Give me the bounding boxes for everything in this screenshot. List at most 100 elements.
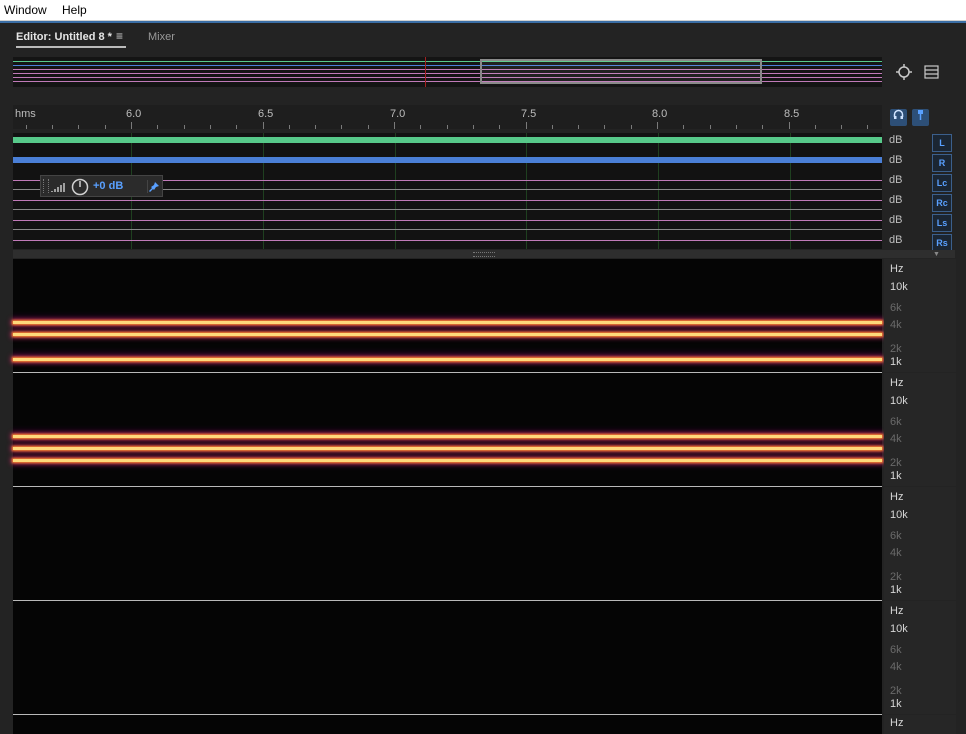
grid-line	[658, 133, 659, 249]
freq-label: 1k	[890, 356, 902, 368]
ruler-tick	[473, 125, 474, 129]
spectral-channel-l[interactable]	[13, 259, 882, 373]
spectral-band	[13, 358, 882, 361]
ruler-tick	[710, 125, 711, 129]
freq-label: 4k	[890, 547, 902, 559]
tab-mixer[interactable]: Mixer	[148, 31, 175, 43]
freq-label: 6k	[890, 644, 902, 656]
gain-value[interactable]: +0 dB	[93, 180, 123, 192]
chevron-down-icon[interactable]: ▼	[933, 251, 940, 258]
ruler-tick	[184, 125, 185, 129]
frequency-scale: Hz 10k 6k 4k 2k 1k	[884, 373, 956, 486]
ruler-tick	[552, 125, 553, 129]
freq-label: 2k	[890, 457, 902, 469]
spectral-band	[13, 333, 882, 336]
ruler-label: 8.5	[784, 108, 800, 120]
overview-zoom-window[interactable]	[480, 59, 762, 84]
channel-row: dB L	[885, 133, 955, 152]
ruler-unit: hms	[15, 108, 36, 120]
freq-label: 6k	[890, 302, 902, 314]
frequency-scale: Hz 10k 6k 4k 2k 1k	[884, 601, 956, 714]
channel-toggle-rc[interactable]: Rc	[932, 194, 952, 212]
freq-label: 4k	[890, 661, 902, 673]
ruler-tick	[368, 125, 369, 129]
waveform-overview[interactable]	[13, 57, 882, 87]
freq-label: 4k	[890, 319, 902, 331]
editor-panel: Editor: Untitled 8 * ≡ Mixer hms 6.0 6.5…	[0, 21, 966, 734]
freq-label: 10k	[890, 623, 908, 635]
ruler-tick	[394, 122, 395, 129]
db-label: dB	[889, 234, 903, 246]
frequency-scale: Hz	[884, 715, 956, 734]
freq-label: 10k	[890, 395, 908, 407]
pin-hud-icon[interactable]	[147, 180, 162, 193]
freq-label: 1k	[890, 698, 902, 710]
view-divider[interactable]: ▼	[13, 250, 955, 258]
time-ruler[interactable]: hms 6.0 6.5 7.0 7.5 8.0 8.5	[13, 105, 882, 129]
tab-editor[interactable]: Editor: Untitled 8 *	[16, 31, 112, 43]
channel-row: dB Rc	[885, 193, 955, 212]
freq-label: 6k	[890, 530, 902, 542]
ruler-tick	[105, 125, 106, 129]
spectral-channel-rc[interactable]	[13, 601, 882, 715]
pin-icon[interactable]	[912, 109, 929, 126]
grid-line	[395, 133, 396, 249]
freq-label: Hz	[890, 263, 904, 275]
channel-toggle-l[interactable]: L	[932, 134, 952, 152]
ruler-tick	[157, 125, 158, 129]
ruler-tick	[420, 125, 421, 129]
freq-label: 1k	[890, 584, 902, 596]
freq-label: 2k	[890, 571, 902, 583]
zoom-icon[interactable]	[895, 63, 913, 85]
grid-line	[790, 133, 791, 249]
spectral-channel-ls[interactable]	[13, 715, 882, 734]
waveform-channel-l	[13, 137, 882, 143]
freq-label: Hz	[890, 377, 904, 389]
ruler-tick	[841, 125, 842, 129]
ruler-tick	[341, 125, 342, 129]
spectral-channel-r[interactable]	[13, 373, 882, 487]
waveform-centerline	[13, 229, 882, 230]
ruler-tick	[631, 125, 632, 129]
menu-window[interactable]: Window	[4, 3, 47, 17]
overview-playhead	[425, 57, 426, 87]
hud-grip[interactable]	[43, 179, 49, 193]
ruler-tick	[815, 125, 816, 129]
db-label: dB	[889, 214, 903, 226]
db-label: dB	[889, 194, 903, 206]
ruler-tick	[289, 125, 290, 129]
ruler-tick	[131, 122, 132, 129]
list-view-icon[interactable]	[924, 65, 939, 83]
freq-label: 2k	[890, 685, 902, 697]
spectral-band	[13, 459, 882, 462]
waveform-channel-ls	[13, 220, 882, 221]
grid-line	[263, 133, 264, 249]
spectral-band	[13, 435, 882, 438]
channel-toggle-lc[interactable]: Lc	[932, 174, 952, 192]
volume-knob-icon[interactable]	[71, 178, 89, 201]
ruler-tick	[526, 122, 527, 129]
gain-hud[interactable]: +0 dB	[40, 175, 163, 197]
headphones-icon[interactable]	[890, 109, 907, 126]
ruler-label: 6.5	[258, 108, 274, 120]
spectral-noise	[13, 347, 882, 367]
panel-menu-icon[interactable]: ≡	[116, 29, 123, 43]
divider-grip[interactable]	[473, 252, 495, 257]
menu-help[interactable]: Help	[62, 3, 87, 17]
ruler-tick	[447, 125, 448, 129]
freq-label: 4k	[890, 433, 902, 445]
ruler-tick	[683, 125, 684, 129]
ruler-tick	[499, 125, 500, 129]
spectral-channel-lc[interactable]	[13, 487, 882, 601]
ruler-tick	[78, 125, 79, 129]
freq-label: 6k	[890, 416, 902, 428]
grid-line	[526, 133, 527, 249]
channel-row: dB Ls	[885, 213, 955, 232]
channel-toggle-ls[interactable]: Ls	[932, 214, 952, 232]
ruler-tick	[762, 125, 763, 129]
ruler-tick	[26, 125, 27, 129]
waveform-channel-rs	[13, 240, 882, 241]
channel-row: dB R	[885, 153, 955, 172]
ruler-tick	[52, 125, 53, 129]
channel-toggle-r[interactable]: R	[932, 154, 952, 172]
